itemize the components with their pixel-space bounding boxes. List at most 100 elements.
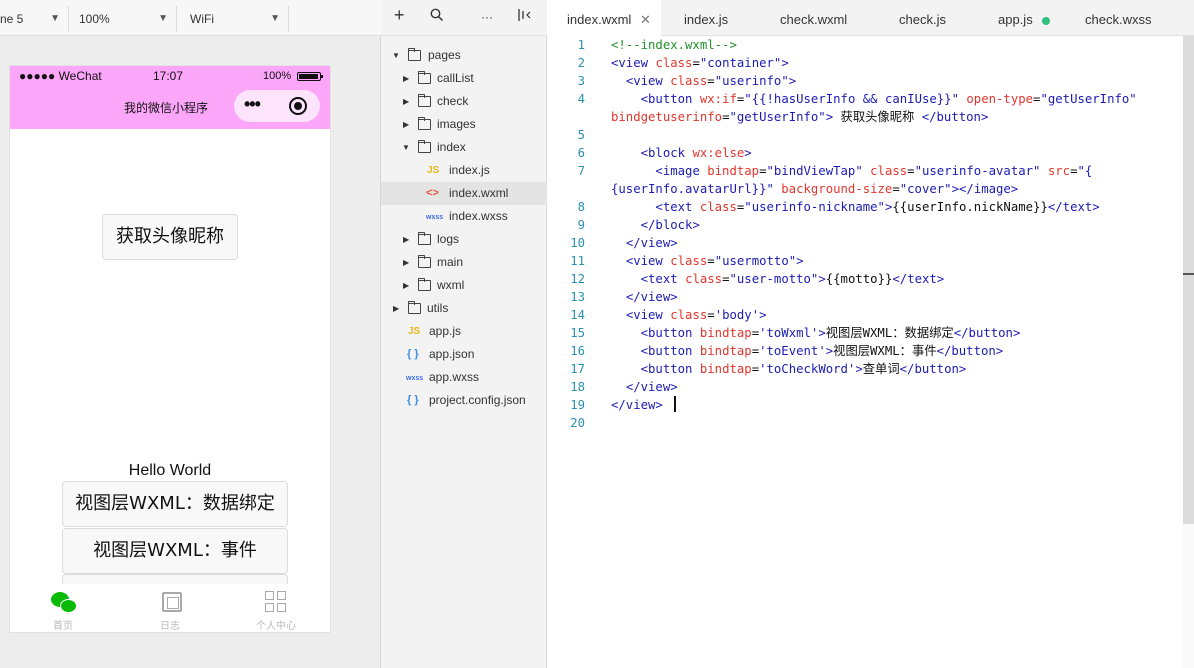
editor-scrollbar[interactable] <box>1183 36 1194 668</box>
folder-icon <box>418 71 431 84</box>
scrollbar-cursor-marker <box>1183 273 1194 275</box>
close-miniprogram-icon[interactable] <box>289 97 307 115</box>
zoom-select[interactable]: 100% ▼ <box>69 6 177 32</box>
code-line: <block wx:else> <box>640 146 752 160</box>
code-editor: index.wxml ✕ index.js check.wxml check.j… <box>547 0 1194 668</box>
chevron-down-icon: ▼ <box>158 13 168 24</box>
tree-folder-pages[interactable]: ▼ pages <box>381 44 547 67</box>
code-line: <view class="usermotto"> <box>625 254 804 268</box>
chevron-down-icon: ▼ <box>270 13 280 24</box>
tree-folder-logs[interactable]: ▶ logs <box>381 228 547 251</box>
tree-file-app-js[interactable]: JS app.js <box>381 320 547 343</box>
device-select[interactable]: ne 5 ▼ <box>0 6 69 32</box>
tree-folder-main[interactable]: ▶ main <box>381 251 547 274</box>
tab-check-wxml[interactable]: check.wxml <box>759 0 877 36</box>
clock-label: 17:07 <box>153 69 184 83</box>
tree-folder-index[interactable]: ▼ index <box>381 136 547 159</box>
tree-folder-calllist[interactable]: ▶ callList <box>381 67 547 90</box>
tree-item-label: project.config.json <box>429 393 526 407</box>
collapse-icon[interactable] <box>517 8 533 27</box>
simulator-toolbar: ne 5 ▼ 100% ▼ WiFi ▼ <box>0 0 381 36</box>
motto-text: Hello World <box>128 462 212 479</box>
tab-profile[interactable]: 个人中心 <box>223 584 329 632</box>
line-number: 17 <box>570 362 585 376</box>
wxss-file-icon: wxss <box>426 214 444 221</box>
search-icon[interactable] <box>430 8 444 27</box>
carrier-label: ●●●●● WeChat <box>19 69 102 83</box>
tree-item-label: app.json <box>429 347 475 361</box>
json-file-icon: { } <box>407 348 419 360</box>
code-line: <button wx:if="{{!hasUserInfo && canIUse… <box>640 92 1137 106</box>
tab-label: check.wxml <box>780 12 848 27</box>
code-area[interactable]: 1 2 3 4 5 6 7 8 9 10 11 12 13 14 15 16 1… <box>547 36 1194 668</box>
get-userinfo-button[interactable]: 获取头像昵称 <box>102 214 238 260</box>
line-number: 20 <box>570 416 585 430</box>
file-explorer: + ··· ▼ pages ▶ callList ▶ check ▶ image… <box>381 0 547 668</box>
code-line: <view class="container"> <box>611 56 789 70</box>
tab-app-js[interactable]: app.js <box>975 0 1077 36</box>
tree-file-index-js[interactable]: JS index.js <box>381 159 547 182</box>
code-line: <view class="userinfo"> <box>625 74 797 88</box>
line-number: 2 <box>577 56 585 70</box>
tree-folder-images[interactable]: ▶ images <box>381 113 547 136</box>
line-number: 1 <box>577 38 585 52</box>
line-number: 4 <box>577 92 585 106</box>
tab-home[interactable]: 首页 <box>10 584 116 632</box>
tree-item-label: app.js <box>429 324 462 338</box>
to-event-button[interactable]: 视图层WXML：事件 <box>62 528 288 574</box>
tab-check-wxss[interactable]: check.wxss <box>1077 0 1194 36</box>
line-number: 14 <box>570 308 585 322</box>
line-number: 6 <box>577 146 585 160</box>
close-icon[interactable]: ✕ <box>640 0 651 40</box>
line-number: 12 <box>570 272 585 286</box>
tree-file-app-wxss[interactable]: wxss app.wxss <box>381 366 547 389</box>
tree-item-label: index.wxss <box>449 209 508 223</box>
tab-index-js[interactable]: index.js <box>661 0 759 36</box>
tree-file-index-wxml[interactable]: <> index.wxml <box>381 182 547 205</box>
chevron-right-icon: ▶ <box>393 304 400 313</box>
tree-file-index-wxss[interactable]: wxss index.wxss <box>381 205 547 228</box>
navigation-bar: 我的微信小程序 ••• <box>10 86 330 129</box>
line-number: 11 <box>570 254 585 268</box>
tree-folder-wxml[interactable]: ▶ wxml <box>381 274 547 297</box>
more-icon[interactable]: ··· <box>481 8 493 26</box>
tab-logs[interactable]: 日志 <box>117 584 223 632</box>
network-select[interactable]: WiFi ▼ <box>181 6 289 32</box>
folder-icon <box>418 278 431 291</box>
code-line: {userInfo.avatarUrl}}" background-size="… <box>611 182 1019 196</box>
tab-label: check.js <box>899 12 946 27</box>
more-icon[interactable]: ••• <box>244 94 261 115</box>
folder-open-icon <box>408 48 421 61</box>
unsaved-dot-icon <box>1042 17 1050 25</box>
line-number: 13 <box>570 290 585 304</box>
tab-home-label: 首页 <box>53 621 73 632</box>
chevron-right-icon: ▶ <box>403 281 410 290</box>
to-wxml-button[interactable]: 视图层WXML：数据绑定 <box>62 481 288 527</box>
code-line: <button bindtap='toWxml'>视图层WXML：数据绑定</b… <box>640 326 1021 340</box>
line-number: 5 <box>577 128 585 142</box>
tree-item-label: callList <box>437 71 474 85</box>
code-line: bindgetuserinfo="getUserInfo"> 获取头像昵称 </… <box>611 110 989 124</box>
chevron-right-icon: ▶ <box>403 120 410 129</box>
add-icon[interactable]: + <box>394 6 405 24</box>
tree-file-app-json[interactable]: { } app.json <box>381 343 547 366</box>
folder-icon <box>408 301 421 314</box>
line-number: 18 <box>570 380 585 394</box>
phone-screen: ●●●●● WeChat 17:07 100% 我的微信小程序 ••• 获取头像… <box>10 66 330 632</box>
tree-item-label: index <box>437 140 466 154</box>
tab-bar: 首页 日志 个人中心 <box>10 584 330 632</box>
tree-folder-utils[interactable]: ▶ utils <box>381 297 547 320</box>
tab-check-js[interactable]: check.js <box>877 0 975 36</box>
tree-item-label: wxml <box>437 278 465 292</box>
chevron-down-icon: ▼ <box>50 13 60 24</box>
tree-file-project-config[interactable]: { } project.config.json <box>381 389 547 412</box>
scrollbar-thumb[interactable] <box>1183 36 1194 524</box>
line-number: 8 <box>577 200 585 214</box>
status-bar: ●●●●● WeChat 17:07 100% <box>10 66 330 86</box>
simulator-panel: ne 5 ▼ 100% ▼ WiFi ▼ ●●●●● WeChat 17:07 … <box>0 0 381 668</box>
tab-index-wxml[interactable]: index.wxml ✕ <box>547 0 661 36</box>
tree-folder-check[interactable]: ▶ check <box>381 90 547 113</box>
tab-label: app.js <box>998 12 1033 27</box>
wxss-file-icon: wxss <box>406 375 424 382</box>
folder-icon <box>418 232 431 245</box>
